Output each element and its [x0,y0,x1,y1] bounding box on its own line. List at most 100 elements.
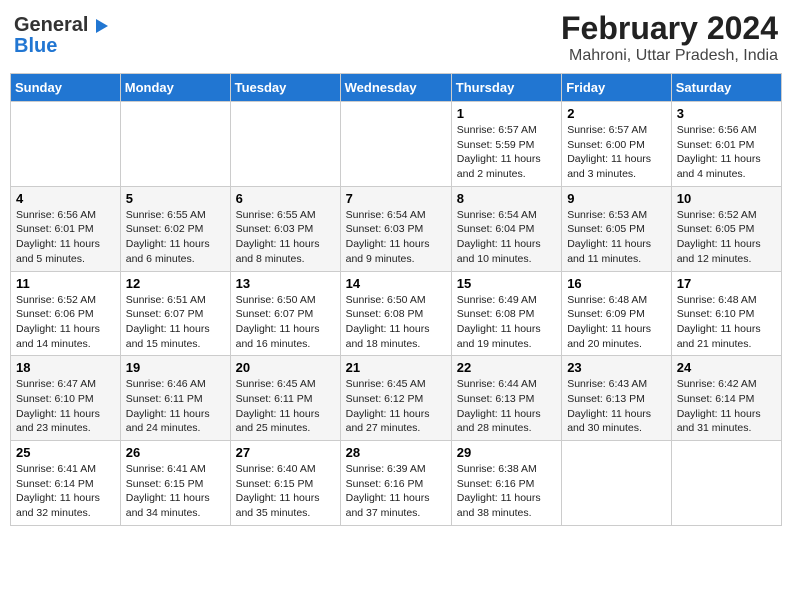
calendar-cell [562,441,672,526]
day-info: Sunrise: 6:43 AM Sunset: 6:13 PM Dayligh… [567,377,666,436]
day-info: Sunrise: 6:50 AM Sunset: 6:07 PM Dayligh… [236,293,335,352]
day-info: Sunrise: 6:57 AM Sunset: 5:59 PM Dayligh… [457,123,556,182]
col-header-wednesday: Wednesday [340,74,451,102]
logo-icon [90,15,112,37]
day-info: Sunrise: 6:45 AM Sunset: 6:12 PM Dayligh… [346,377,446,436]
calendar-cell: 18Sunrise: 6:47 AM Sunset: 6:10 PM Dayli… [11,356,121,441]
calendar-cell: 24 Sunrise: 6:42 AM Sunset: 6:14 PM Dayli… [671,356,781,441]
day-info: Sunrise: 6:55 AM Sunset: 6:02 PM Dayligh… [126,208,225,267]
day-info: Sunrise: 6:38 AM Sunset: 6:16 PM Dayligh… [457,462,556,521]
calendar-cell: 11 Sunrise: 6:52 AM Sunset: 6:06 PM Dayli… [11,271,121,356]
day-info: Sunrise: 6:54 AM Sunset: 6:04 PM Dayligh… [457,208,556,267]
calendar-cell: 20 Sunrise: 6:45 AM Sunset: 6:11 PM Dayli… [230,356,340,441]
day-number: 19 [126,360,225,375]
header: General Blue February 2024 Mahroni, Utta… [10,10,782,65]
calendar-cell: 6 Sunrise: 6:55 AM Sunset: 6:03 PM Daylig… [230,186,340,271]
day-number: 5 [126,191,225,206]
col-header-friday: Friday [562,74,672,102]
day-info: Sunrise: 6:48 AM Sunset: 6:10 PM Dayligh… [677,293,776,352]
day-number: 10 [677,191,776,206]
day-number: 7 [346,191,446,206]
day-number: 12 [126,276,225,291]
day-number: 29 [457,445,556,460]
calendar-cell: 17 Sunrise: 6:48 AM Sunset: 6:10 PM Dayli… [671,271,781,356]
day-info: Sunrise: 6:46 AM Sunset: 6:11 PM Dayligh… [126,377,225,436]
month-title: February 2024 [561,10,778,47]
calendar-week-row: 18Sunrise: 6:47 AM Sunset: 6:10 PM Dayli… [11,356,782,441]
title-area: February 2024 Mahroni, Uttar Pradesh, In… [561,10,778,65]
day-number: 27 [236,445,335,460]
day-info: Sunrise: 6:40 AM Sunset: 6:15 PM Dayligh… [236,462,335,521]
calendar-cell [671,441,781,526]
day-info: Sunrise: 6:51 AM Sunset: 6:07 PM Dayligh… [126,293,225,352]
logo-general-text: General [14,14,88,37]
day-number: 6 [236,191,335,206]
day-number: 11 [16,276,115,291]
day-info: Sunrise: 6:50 AM Sunset: 6:08 PM Dayligh… [346,293,446,352]
col-header-saturday: Saturday [671,74,781,102]
day-info: Sunrise: 6:49 AM Sunset: 6:08 PM Dayligh… [457,293,556,352]
calendar-week-row: 1 Sunrise: 6:57 AM Sunset: 5:59 PM Daylig… [11,102,782,187]
day-info: Sunrise: 6:45 AM Sunset: 6:11 PM Dayligh… [236,377,335,436]
calendar-cell: 16Sunrise: 6:48 AM Sunset: 6:09 PM Dayli… [562,271,672,356]
day-number: 13 [236,276,335,291]
day-number: 15 [457,276,556,291]
day-info: Sunrise: 6:53 AM Sunset: 6:05 PM Dayligh… [567,208,666,267]
day-number: 8 [457,191,556,206]
day-number: 16 [567,276,666,291]
calendar-cell: 28 Sunrise: 6:39 AM Sunset: 6:16 PM Dayli… [340,441,451,526]
calendar-cell: 26 Sunrise: 6:41 AM Sunset: 6:15 PM Dayli… [120,441,230,526]
day-number: 22 [457,360,556,375]
calendar-cell: 12 Sunrise: 6:51 AM Sunset: 6:07 PM Dayli… [120,271,230,356]
day-number: 24 [677,360,776,375]
day-info: Sunrise: 6:41 AM Sunset: 6:14 PM Dayligh… [16,462,115,521]
col-header-thursday: Thursday [451,74,561,102]
calendar-cell [11,102,121,187]
day-number: 3 [677,106,776,121]
day-info: Sunrise: 6:39 AM Sunset: 6:16 PM Dayligh… [346,462,446,521]
calendar-cell: 23 Sunrise: 6:43 AM Sunset: 6:13 PM Dayli… [562,356,672,441]
calendar-cell: 10 Sunrise: 6:52 AM Sunset: 6:05 PM Dayli… [671,186,781,271]
day-number: 28 [346,445,446,460]
day-info: Sunrise: 6:57 AM Sunset: 6:00 PM Dayligh… [567,123,666,182]
day-info: Sunrise: 6:44 AM Sunset: 6:13 PM Dayligh… [457,377,556,436]
day-info: Sunrise: 6:55 AM Sunset: 6:03 PM Dayligh… [236,208,335,267]
day-number: 26 [126,445,225,460]
calendar-cell: 27 Sunrise: 6:40 AM Sunset: 6:15 PM Dayli… [230,441,340,526]
calendar-cell [120,102,230,187]
day-number: 1 [457,106,556,121]
day-number: 25 [16,445,115,460]
calendar-cell: 2 Sunrise: 6:57 AM Sunset: 6:00 PM Daylig… [562,102,672,187]
day-info: Sunrise: 6:52 AM Sunset: 6:05 PM Dayligh… [677,208,776,267]
calendar-week-row: 4Sunrise: 6:56 AM Sunset: 6:01 PM Daylig… [11,186,782,271]
day-info: Sunrise: 6:41 AM Sunset: 6:15 PM Dayligh… [126,462,225,521]
location-title: Mahroni, Uttar Pradesh, India [561,47,778,65]
logo-blue-text: Blue [14,35,57,58]
day-number: 17 [677,276,776,291]
day-info: Sunrise: 6:52 AM Sunset: 6:06 PM Dayligh… [16,293,115,352]
day-number: 21 [346,360,446,375]
calendar-table: SundayMondayTuesdayWednesdayThursdayFrid… [10,73,782,526]
calendar-cell: 15 Sunrise: 6:49 AM Sunset: 6:08 PM Dayli… [451,271,561,356]
day-info: Sunrise: 6:54 AM Sunset: 6:03 PM Dayligh… [346,208,446,267]
calendar-week-row: 11 Sunrise: 6:52 AM Sunset: 6:06 PM Dayli… [11,271,782,356]
day-info: Sunrise: 6:42 AM Sunset: 6:14 PM Dayligh… [677,377,776,436]
calendar-cell [230,102,340,187]
calendar-cell: 19 Sunrise: 6:46 AM Sunset: 6:11 PM Dayli… [120,356,230,441]
day-number: 14 [346,276,446,291]
col-header-sunday: Sunday [11,74,121,102]
calendar-cell: 5 Sunrise: 6:55 AM Sunset: 6:02 PM Daylig… [120,186,230,271]
calendar-cell: 14 Sunrise: 6:50 AM Sunset: 6:08 PM Dayli… [340,271,451,356]
day-number: 20 [236,360,335,375]
day-number: 2 [567,106,666,121]
calendar-cell: 7 Sunrise: 6:54 AM Sunset: 6:03 PM Daylig… [340,186,451,271]
calendar-cell: 9Sunrise: 6:53 AM Sunset: 6:05 PM Daylig… [562,186,672,271]
calendar-cell: 25 Sunrise: 6:41 AM Sunset: 6:14 PM Dayli… [11,441,121,526]
day-number: 23 [567,360,666,375]
calendar-cell: 22 Sunrise: 6:44 AM Sunset: 6:13 PM Dayli… [451,356,561,441]
calendar-cell: 8 Sunrise: 6:54 AM Sunset: 6:04 PM Daylig… [451,186,561,271]
calendar-header-row: SundayMondayTuesdayWednesdayThursdayFrid… [11,74,782,102]
col-header-monday: Monday [120,74,230,102]
day-info: Sunrise: 6:56 AM Sunset: 6:01 PM Dayligh… [677,123,776,182]
calendar-cell: 3 Sunrise: 6:56 AM Sunset: 6:01 PM Daylig… [671,102,781,187]
